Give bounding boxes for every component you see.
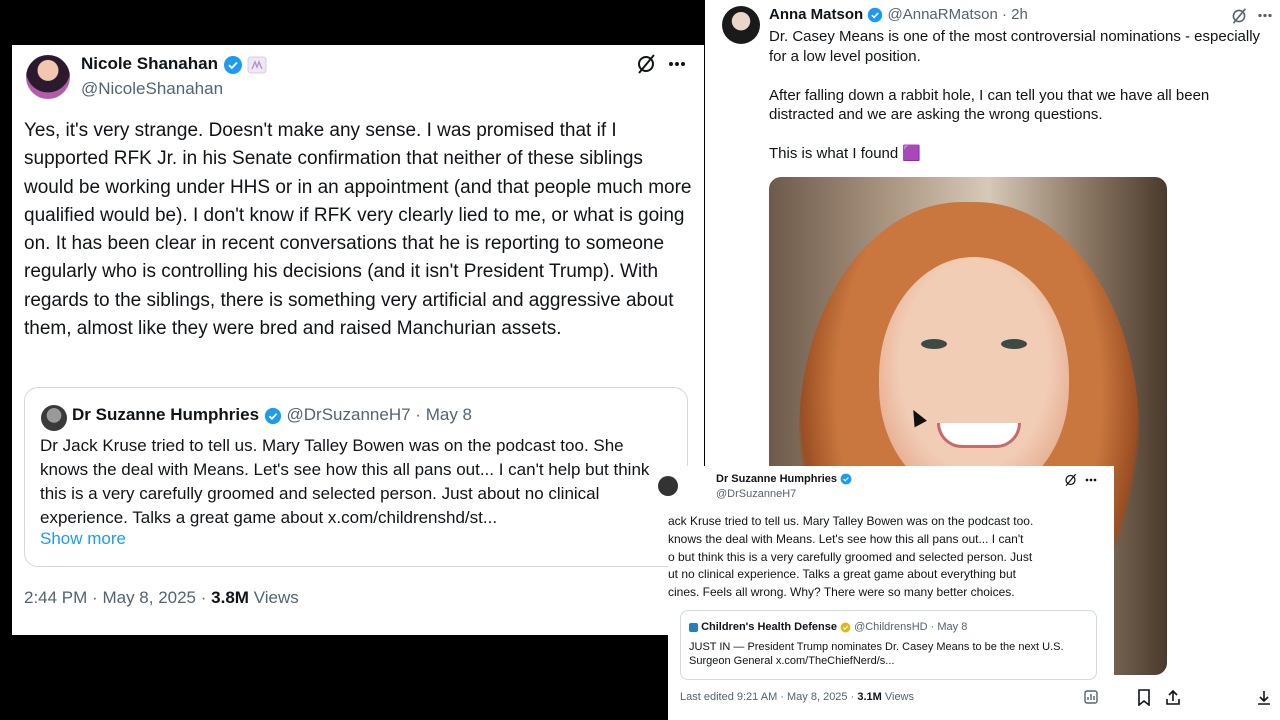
tweet-time[interactable]: 2:44 PM (24, 588, 87, 607)
suzanne-avatar[interactable] (41, 405, 67, 431)
anna-paragraph-3-text: This is what I found (769, 145, 899, 162)
overlay-line: knows the deal with Means. Let's see how… (668, 531, 1024, 546)
overlay-footer-prefix[interactable]: Last edited 9:21 AM · May 8, 2025 · (680, 691, 854, 703)
nicole-author-name[interactable]: Nicole Shanahan (81, 54, 267, 75)
suzanne-handle[interactable]: @DrSuzanneH7 (287, 405, 411, 424)
grok-icon[interactable] (1231, 7, 1247, 25)
anna-tweet-age[interactable]: 2h (1011, 6, 1028, 23)
more-options-icon[interactable] (1257, 13, 1273, 18)
nicole-name-text[interactable]: Nicole Shanahan (81, 54, 218, 73)
overlay-quoted-text: JUST IN — President Trump nominates Dr. … (689, 641, 1064, 667)
suzanne-name[interactable]: Dr Suzanne Humphries (72, 405, 259, 424)
purple-square-emoji: 🟪 (902, 145, 922, 162)
nicole-avatar[interactable] (26, 55, 70, 99)
gold-verified-badge-icon (840, 622, 851, 633)
separator-dot: · (1001, 6, 1007, 23)
nicole-tweet-footer: 2:44 PM · May 8, 2025 · 3.8M Views (24, 588, 299, 608)
nicole-tweet-text: Yes, it's very strange. Doesn't make any… (24, 120, 692, 340)
quoted-tweet-card[interactable]: Dr Suzanne Humphries @DrSuzanneH7 · May … (24, 387, 688, 567)
photo-face (879, 257, 1069, 497)
verified-badge-icon (223, 55, 242, 74)
childrenshd-handle[interactable]: @ChildrensHD (854, 621, 928, 633)
verified-badge-icon (264, 407, 281, 424)
verified-badge-icon (840, 473, 852, 485)
anna-handle[interactable]: @AnnaRMatson (888, 6, 998, 23)
share-icon[interactable] (1165, 689, 1181, 706)
quoted-tweet-header: Dr Suzanne Humphries @DrSuzanneH7 · May … (72, 405, 472, 425)
anna-tweet-text: Dr. Casey Means is one of the most contr… (769, 27, 1269, 183)
overlay-line: cines. Feels all wrong. Why? There were … (668, 585, 1015, 600)
more-options-icon[interactable] (1085, 478, 1097, 482)
overlay-tweet-text: ack Kruse tried to tell us. Mary Talley … (668, 513, 1098, 602)
views-label: Views (253, 588, 299, 607)
anna-paragraph-2: After falling down a rabbit hole, I can … (769, 86, 1210, 124)
overlay-tweet-footer: Last edited 9:21 AM · May 8, 2025 · 3.1M… (680, 691, 914, 703)
separator-dot: · (92, 588, 98, 607)
separator-dot: · (200, 588, 207, 607)
anna-paragraph-1: Dr. Casey Means is one of the most contr… (769, 28, 1261, 65)
nicole-tweet-panel: Nicole Shanahan @NicoleShanahan Yes, it'… (12, 45, 704, 635)
anna-tweet-header: Anna Matson @AnnaRMatson · 2h (769, 6, 1028, 23)
suzanne-avatar-small[interactable] (658, 476, 678, 496)
grok-icon[interactable] (636, 53, 656, 75)
suzanne-tweet-overlay: Dr Suzanne Humphries @DrSuzanneH7 ack Kr… (658, 466, 1114, 720)
quoted-tweet-date[interactable]: May 8 (426, 405, 472, 424)
download-icon[interactable] (1256, 689, 1272, 706)
anna-name[interactable]: Anna Matson (769, 6, 863, 23)
overlay-quoted-tweet[interactable]: Children's Health Defense @ChildrensHD ·… (680, 610, 1097, 680)
overlay-author-name[interactable]: Dr Suzanne Humphries (716, 473, 837, 485)
anna-paragraph-3: This is what I found 🟪 (769, 144, 1269, 164)
childrenshd-name[interactable]: Children's Health Defense (701, 621, 837, 633)
overlay-quoted-header: Children's Health Defense @ChildrensHD ·… (689, 621, 967, 633)
overlay-author-handle[interactable]: @DrSuzanneH7 (716, 488, 796, 500)
childrenshd-avatar[interactable] (689, 622, 698, 632)
overlay-author-row: Dr Suzanne Humphries (716, 473, 852, 485)
photo-eye-left (921, 339, 947, 349)
quoted-tweet-text: Dr Jack Kruse tried to tell us. Mary Tal… (40, 436, 650, 527)
separator-dot: · (930, 621, 935, 633)
separator-dot: · (415, 405, 421, 424)
nicole-handle[interactable]: @NicoleShanahan (81, 79, 223, 99)
anna-avatar[interactable] (722, 6, 760, 44)
childrenshd-date[interactable]: May 8 (937, 621, 967, 633)
affiliation-badge-icon (247, 56, 267, 74)
grok-icon[interactable] (1064, 473, 1077, 487)
photo-smile (937, 423, 1021, 448)
tweet-date[interactable]: May 8, 2025 (102, 588, 196, 607)
overlay-line: o but think this is a very carefully gro… (668, 549, 1033, 564)
more-options-icon[interactable] (668, 61, 686, 67)
views-count: 3.8M (211, 588, 249, 607)
analytics-icon[interactable] (1084, 690, 1098, 704)
overlay-views-label: Views (884, 691, 915, 703)
bookmark-icon[interactable] (1137, 689, 1151, 706)
show-more-link[interactable]: Show more (40, 529, 126, 549)
verified-badge-icon (868, 7, 883, 23)
overlay-views-count: 3.1M (857, 691, 882, 703)
overlay-line: ut no clinical experience. Talks a great… (668, 567, 1016, 582)
overlay-line: ack Kruse tried to tell us. Mary Talley … (668, 514, 1034, 528)
photo-eye-right (1001, 339, 1027, 349)
